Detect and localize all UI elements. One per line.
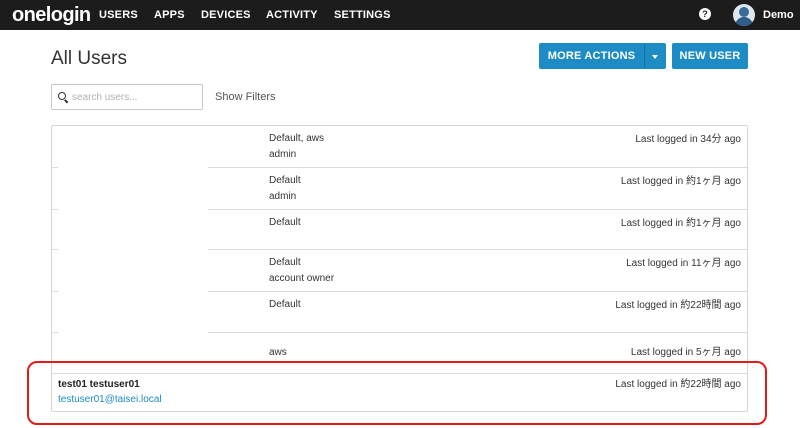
user-roles: Default <box>269 215 301 231</box>
caret-down-icon[interactable] <box>652 55 658 59</box>
new-user-button[interactable]: NEW USER <box>672 43 748 69</box>
nav-settings[interactable]: SETTINGS <box>334 8 391 22</box>
page-title: All Users <box>51 48 128 69</box>
more-actions-button[interactable]: MORE ACTIONS <box>539 43 666 69</box>
avatar[interactable] <box>733 4 755 26</box>
user-roles: Default, aws admin <box>269 131 324 163</box>
role-line: Default <box>269 217 301 228</box>
last-logged-in: Last logged in 34分 ago <box>635 134 741 145</box>
role-line: aws <box>269 347 287 358</box>
role-line: Default <box>269 257 301 268</box>
show-filters-link[interactable]: Show Filters <box>215 90 276 104</box>
user-full-name[interactable]: test01 testuser01 <box>58 378 140 392</box>
user-menu-name[interactable]: Demo <box>763 8 794 22</box>
last-logged-in: Last logged in 5ヶ月 ago <box>630 347 741 358</box>
user-roles: Default account owner <box>269 255 334 287</box>
avatar-body <box>735 17 753 26</box>
user-row[interactable]: Default Last logged in 約1ヶ月 ago <box>52 210 747 249</box>
top-navigation-bar: onelogin USERS APPS DEVICES ACTIVITY SET… <box>0 0 800 30</box>
nav-devices[interactable]: DEVICES <box>201 8 251 22</box>
search-box[interactable] <box>51 84 203 110</box>
user-row[interactable]: Default account owner Last logged in 11ヶ… <box>52 250 747 291</box>
user-row[interactable]: aws Last logged in 5ヶ月 ago <box>52 333 747 373</box>
last-logged-in: Last logged in 約1ヶ月 ago <box>620 176 741 187</box>
role-line: account owner <box>269 273 335 284</box>
role-line: admin <box>269 191 297 202</box>
role-line: admin <box>269 149 297 160</box>
search-icon <box>58 92 66 100</box>
user-list: Default, aws admin Last logged in 34分 ag… <box>51 125 748 412</box>
onelogin-logo[interactable]: onelogin <box>12 3 91 27</box>
last-logged-in: Last logged in 約22時間 ago <box>615 379 741 390</box>
user-roles: Default <box>269 297 301 313</box>
nav-apps[interactable]: APPS <box>154 8 185 22</box>
help-icon[interactable]: ? <box>699 8 711 20</box>
user-roles: aws <box>269 345 287 361</box>
user-row[interactable]: Default admin Last logged in 約1ヶ月 ago <box>52 168 747 209</box>
nav-users[interactable]: USERS <box>99 8 138 22</box>
user-row[interactable]: Default Last logged in 約22時間 ago <box>52 292 747 332</box>
user-row[interactable]: test01 testuser01 testuser01@taisei.loca… <box>52 374 747 412</box>
last-logged-in: Last logged in 約1ヶ月 ago <box>620 218 741 229</box>
role-line: Default, aws <box>269 133 325 144</box>
role-line: Default <box>269 175 301 186</box>
avatar-head <box>739 7 749 17</box>
search-input[interactable] <box>72 89 198 106</box>
last-logged-in: Last logged in 約22時間 ago <box>615 300 741 311</box>
button-separator <box>644 43 645 69</box>
user-roles: Default admin <box>269 173 301 205</box>
role-line: Default <box>269 299 301 310</box>
nav-activity[interactable]: ACTIVITY <box>266 8 318 22</box>
user-row[interactable]: Default, aws admin Last logged in 34分 ag… <box>52 126 747 167</box>
user-email-link[interactable]: testuser01@taisei.local <box>58 393 162 407</box>
last-logged-in: Last logged in 11ヶ月 ago <box>626 258 741 269</box>
more-actions-label: MORE ACTIONS <box>547 50 636 62</box>
